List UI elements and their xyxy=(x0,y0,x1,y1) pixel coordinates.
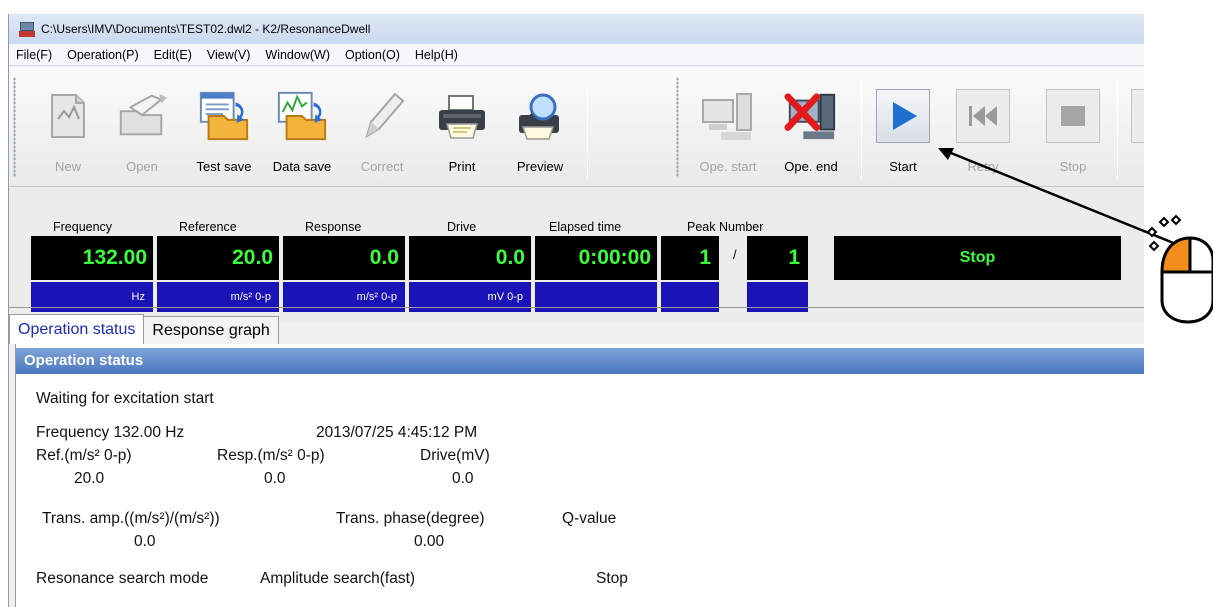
elapsed-time-value: 0:00:00 xyxy=(535,236,657,280)
toolbar: New Open Test save Data save Correct Pri… xyxy=(9,67,1144,187)
toolbar-grip[interactable] xyxy=(676,77,679,177)
elapsed-time-label: Elapsed time xyxy=(549,220,622,234)
operation-end-icon xyxy=(784,89,838,143)
open-button[interactable]: Open xyxy=(113,89,171,181)
ope-start-button[interactable]: Ope. start xyxy=(693,89,763,181)
preview-label: Preview xyxy=(516,159,564,174)
drive-value: 0.0 xyxy=(452,470,474,487)
readout-panel: Frequency Reference Response Drive Elaps… xyxy=(9,187,1144,321)
operation-status-panel: Operation status Waiting for excitation … xyxy=(15,344,1144,607)
start-button[interactable]: Start xyxy=(875,89,931,181)
ref-value: 20.0 xyxy=(74,470,105,487)
app-window: C:\Users\IMV\Documents\TEST02.dwl2 - K2/… xyxy=(8,14,1144,607)
trans-amp-label: Trans. amp.((m/s²)/(m/s²)) xyxy=(42,510,220,527)
menu-bar: File(F) Operation(P) Edit(E) View(V) Win… xyxy=(9,44,1144,66)
play-icon xyxy=(876,89,930,143)
toolbar-separator xyxy=(861,79,862,179)
open-label: Open xyxy=(126,159,158,174)
test-save-label: Test save xyxy=(196,159,252,174)
data-save-icon xyxy=(275,89,329,143)
test-save-icon xyxy=(197,89,251,143)
menu-file[interactable]: File(F) xyxy=(16,48,52,62)
status-message: Waiting for excitation start xyxy=(36,390,214,407)
app-icon xyxy=(19,21,35,37)
magnifier-icon xyxy=(513,89,567,143)
run-status-display: Stop xyxy=(834,236,1121,280)
tab-response-graph[interactable]: Response graph xyxy=(143,316,279,344)
tab-operation-status[interactable]: Operation status xyxy=(9,314,145,344)
correct-label: Correct xyxy=(360,159,404,174)
peak-current-value: 1 xyxy=(661,236,719,280)
timestamp: 2013/07/25 4:45:12 PM xyxy=(316,424,478,441)
peak-total-value: 1 xyxy=(747,236,808,280)
stop-icon xyxy=(1046,89,1100,143)
toolbar-separator xyxy=(587,79,588,179)
mode-value: Amplitude search(fast) xyxy=(260,570,416,587)
rewind-icon xyxy=(956,89,1010,143)
start-label: Start xyxy=(889,159,917,174)
correct-button[interactable]: Correct xyxy=(353,89,411,181)
printer-icon xyxy=(435,89,489,143)
tab-strip: Operation status Response graph xyxy=(9,314,1144,344)
mode-label: Resonance search mode xyxy=(36,570,209,587)
retry-button[interactable]: Retry xyxy=(955,89,1011,181)
open-folder-icon xyxy=(115,89,169,143)
peak-number-label: Peak Number xyxy=(687,220,764,234)
section-header: Operation status xyxy=(16,348,1144,374)
response-label: Response xyxy=(305,220,362,234)
test-save-button[interactable]: Test save xyxy=(189,89,259,181)
trans-phase-value: 0.00 xyxy=(414,533,445,550)
mouse-click-icon xyxy=(1142,210,1213,330)
menu-view[interactable]: View(V) xyxy=(207,48,251,62)
window-title: C:\Users\IMV\Documents\TEST02.dwl2 - K2/… xyxy=(41,22,371,36)
menu-window[interactable]: Window(W) xyxy=(265,48,330,62)
menu-help[interactable]: Help(H) xyxy=(415,48,458,62)
response-value: 0.0 xyxy=(283,236,405,280)
pencil-icon xyxy=(355,89,409,143)
resp-value: 0.0 xyxy=(264,470,286,487)
trans-phase-label: Trans. phase(degree) xyxy=(336,510,485,527)
title-bar: C:\Users\IMV\Documents\TEST02.dwl2 - K2/… xyxy=(9,14,1144,44)
ope-end-label: Ope. end xyxy=(784,159,838,174)
peak-separator: / xyxy=(733,247,737,262)
drive-value: 0.0 xyxy=(409,236,531,280)
new-document-icon xyxy=(41,89,95,143)
mode-state: Stop xyxy=(596,570,628,587)
frequency-label: Frequency xyxy=(53,220,113,234)
reference-label: Reference xyxy=(179,220,237,234)
new-button[interactable]: New xyxy=(41,89,95,181)
frequency-value: 132.00 xyxy=(31,236,153,280)
q-value-label: Q-value xyxy=(562,510,617,527)
new-label: New xyxy=(54,159,81,174)
ref-label: Ref.(m/s² 0-p) xyxy=(36,447,132,464)
ope-start-label: Ope. start xyxy=(699,159,757,174)
menu-edit[interactable]: Edit(E) xyxy=(154,48,192,62)
frequency-line: Frequency 132.00 Hz xyxy=(36,424,185,441)
stop-label: Stop xyxy=(1059,159,1087,174)
preview-button[interactable]: Preview xyxy=(507,89,573,181)
ope-end-button[interactable]: Ope. end xyxy=(777,89,845,181)
retry-label: Retry xyxy=(967,159,999,174)
operation-start-icon xyxy=(701,89,755,143)
data-save-label: Data save xyxy=(272,159,332,174)
menu-operation[interactable]: Operation(P) xyxy=(67,48,139,62)
pause-icon xyxy=(1131,89,1144,143)
menu-option[interactable]: Option(O) xyxy=(345,48,400,62)
print-button[interactable]: Print xyxy=(435,89,489,181)
toolbar-grip[interactable] xyxy=(13,77,16,177)
toolbar-separator xyxy=(1117,79,1118,179)
resp-label: Resp.(m/s² 0-p) xyxy=(217,447,325,464)
trans-amp-value: 0.0 xyxy=(134,533,156,550)
stop-button[interactable]: Stop xyxy=(1045,89,1101,181)
print-label: Print xyxy=(448,159,476,174)
drive-label: Drive xyxy=(447,220,477,234)
reference-value: 20.0 xyxy=(157,236,279,280)
drive-label: Drive(mV) xyxy=(420,447,490,464)
data-save-button[interactable]: Data save xyxy=(267,89,337,181)
pause-button[interactable] xyxy=(1131,89,1144,181)
panel-divider xyxy=(9,307,1144,308)
